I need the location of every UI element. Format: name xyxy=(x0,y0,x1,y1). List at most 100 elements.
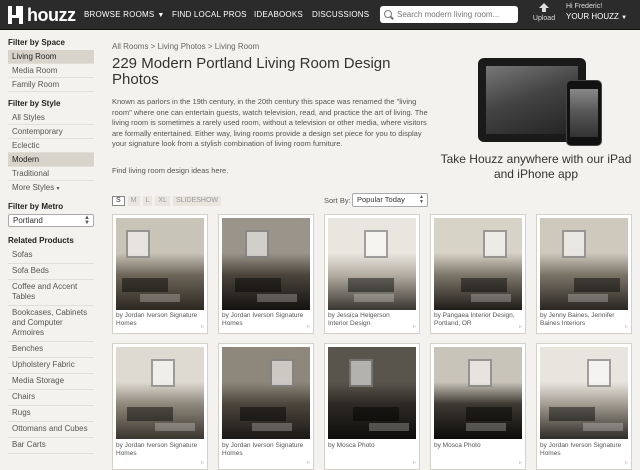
slideshow-button[interactable]: SLIDESHOW xyxy=(172,196,221,206)
sidebar-item-living-room[interactable]: Living Room xyxy=(8,50,94,64)
logo-text: houzz xyxy=(27,4,76,25)
sidebar-item-modern[interactable]: Modern xyxy=(8,153,94,167)
size-large-button[interactable]: L xyxy=(142,196,153,206)
your-houzz-label: YOUR HOUZZ xyxy=(566,12,619,21)
iphone-image xyxy=(566,80,602,146)
related-product-link[interactable]: Coffee and Accent Tables xyxy=(8,280,94,306)
corner-arrow-icon[interactable]: ▹ xyxy=(413,323,416,330)
sort-by-label: Sort By: xyxy=(324,196,351,205)
photo-credit[interactable]: by Pangaea Interior Design, Portland, OR xyxy=(434,312,516,328)
photo-card[interactable]: by Jenny Baines, Jennifer Baines Interio… xyxy=(536,214,632,334)
room-photo[interactable] xyxy=(222,218,310,310)
photo-card[interactable]: by Jordan Iverson Signature Homes ▹ xyxy=(218,214,314,334)
sidebar-item-family-room[interactable]: Family Room xyxy=(8,78,94,92)
related-product-link[interactable]: Ottomans and Cubes xyxy=(8,422,94,438)
related-product-link[interactable]: Sofa Beds xyxy=(8,264,94,280)
corner-arrow-icon[interactable]: ▹ xyxy=(625,323,628,330)
photo-credit[interactable]: by Jordan Iverson Signature Homes xyxy=(116,442,198,458)
corner-arrow-icon[interactable]: ▹ xyxy=(201,323,204,330)
related-product-link[interactable]: Rugs xyxy=(8,406,94,422)
room-photo[interactable] xyxy=(116,347,204,439)
user-menu[interactable]: Hi Frederic! YOUR HOUZZ ▼ xyxy=(566,3,627,21)
nav-find-local-pros[interactable]: FIND LOCAL PROS xyxy=(172,0,247,30)
corner-arrow-icon[interactable]: ▹ xyxy=(519,323,522,330)
sidebar-item-contemporary[interactable]: Contemporary xyxy=(8,125,94,139)
photo-credit[interactable]: by Jessica Helgerson Interior Design xyxy=(328,312,410,328)
chevron-down-icon: ▼ xyxy=(157,12,165,19)
related-product-link[interactable]: Benches xyxy=(8,342,94,358)
related-product-link[interactable]: Bar Carts xyxy=(8,438,94,454)
photo-size-toggle: S M L XL SLIDESHOW xyxy=(112,196,221,206)
room-photo[interactable] xyxy=(434,347,522,439)
room-photo[interactable] xyxy=(222,347,310,439)
find-ideas-link[interactable]: Find living room design ideas here. xyxy=(112,166,228,175)
corner-arrow-icon[interactable]: ▹ xyxy=(625,459,628,466)
related-product-link[interactable]: Media Storage xyxy=(8,374,94,390)
nav-ideabooks[interactable]: IDEABOOKS xyxy=(254,0,303,30)
photo-credit[interactable]: by Jenny Baines, Jennifer Baines Interio… xyxy=(540,312,622,328)
room-photo[interactable] xyxy=(328,347,416,439)
metro-select-value: Portland xyxy=(13,216,43,225)
houzz-logo[interactable]: houzz xyxy=(8,5,76,25)
photo-card[interactable]: by Mosca Photo ▹ xyxy=(324,343,420,470)
photo-credit[interactable]: by Mosca Photo xyxy=(434,442,516,450)
nav-discussions[interactable]: DISCUSSIONS xyxy=(312,0,369,30)
search-icon xyxy=(384,9,394,20)
photo-card[interactable]: by Pangaea Interior Design, Portland, OR… xyxy=(430,214,526,334)
filter-metro-heading: Filter by Metro xyxy=(8,202,64,211)
related-product-link[interactable]: Bookcases, Cabinets and Computer Armoire… xyxy=(8,306,94,342)
upload-icon xyxy=(539,3,549,14)
nav-browse-rooms[interactable]: BROWSE ROOMS ▼ xyxy=(84,0,165,30)
sort-select[interactable]: Popular Today ▲ ▼ xyxy=(352,193,428,207)
photo-credit[interactable]: by Jordan Iverson Signature Homes xyxy=(222,442,304,458)
photo-card[interactable]: by Jessica Helgerson Interior Design ▹ xyxy=(324,214,420,334)
photo-card[interactable]: by Mosca Photo ▹ xyxy=(430,343,526,470)
ipad-iphone-promo-image[interactable] xyxy=(470,54,620,148)
sidebar-item-all-styles[interactable]: All Styles xyxy=(8,111,94,125)
related-product-link[interactable]: Upholstery Fabric xyxy=(8,358,94,374)
photo-credit[interactable]: by Jordan Iverson Signature Homes xyxy=(116,312,198,328)
sidebar-item-media-room[interactable]: Media Room xyxy=(8,64,94,78)
related-product-link[interactable]: Chairs xyxy=(8,390,94,406)
photo-card[interactable]: by Jordan Iverson Signature Homes ▹ xyxy=(112,214,208,334)
room-photo[interactable] xyxy=(328,218,416,310)
related-products-heading: Related Products xyxy=(8,236,74,245)
select-arrows-icon: ▲ ▼ xyxy=(419,194,424,205)
related-product-link[interactable]: Sofas xyxy=(8,248,94,264)
sidebar-item-traditional[interactable]: Traditional xyxy=(8,167,94,181)
corner-arrow-icon[interactable]: ▹ xyxy=(201,459,204,466)
size-small-button[interactable]: S xyxy=(112,196,125,206)
top-navigation-bar: houzz BROWSE ROOMS ▼ FIND LOCAL PROS IDEA… xyxy=(0,0,640,30)
houzz-logo-icon xyxy=(8,6,23,24)
chevron-down-icon: ▾ xyxy=(56,186,60,192)
photo-card[interactable]: by Jordan Iverson Signature Homes ▹ xyxy=(112,343,208,470)
upload-button[interactable]: Upload xyxy=(532,3,556,22)
photo-credit[interactable]: by Mosca Photo xyxy=(328,442,410,450)
upload-label: Upload xyxy=(532,15,556,22)
room-photo[interactable] xyxy=(434,218,522,310)
corner-arrow-icon[interactable]: ▹ xyxy=(307,459,310,466)
photo-credit[interactable]: by Jordan Iverson Signature Homes xyxy=(222,312,304,328)
search-input[interactable] xyxy=(397,10,515,19)
sidebar-item-eclectic[interactable]: Eclectic xyxy=(8,139,94,153)
size-medium-button[interactable]: M xyxy=(127,196,140,206)
sort-select-value: Popular Today xyxy=(357,195,405,204)
room-photo[interactable] xyxy=(540,218,628,310)
more-styles-link[interactable]: More Styles ▾ xyxy=(8,181,94,195)
photo-credit[interactable]: by Jordan Iverson Signature Homes xyxy=(540,442,622,458)
size-xl-button[interactable]: XL xyxy=(155,196,170,206)
breadcrumb[interactable]: All Rooms > Living Photos > Living Room xyxy=(112,42,259,51)
your-houzz-link[interactable]: YOUR HOUZZ ▼ xyxy=(566,12,627,21)
metro-select[interactable]: Portland ▲ ▼ xyxy=(8,214,94,227)
corner-arrow-icon[interactable]: ▹ xyxy=(519,459,522,466)
photo-card[interactable]: by Jordan Iverson Signature Homes ▹ xyxy=(218,343,314,470)
page-description: Known as parlors in the 19th century, in… xyxy=(112,97,428,148)
corner-arrow-icon[interactable]: ▹ xyxy=(413,459,416,466)
room-photo[interactable] xyxy=(116,218,204,310)
app-promo-text[interactable]: Take Houzz anywhere with our iPad and iP… xyxy=(436,152,636,182)
search-box[interactable] xyxy=(380,6,518,23)
sidebar: Filter by Space Living Room Media Room F… xyxy=(8,38,94,454)
room-photo[interactable] xyxy=(540,347,628,439)
photo-card[interactable]: by Jordan Iverson Signature Homes ▹ xyxy=(536,343,632,470)
corner-arrow-icon[interactable]: ▹ xyxy=(307,323,310,330)
